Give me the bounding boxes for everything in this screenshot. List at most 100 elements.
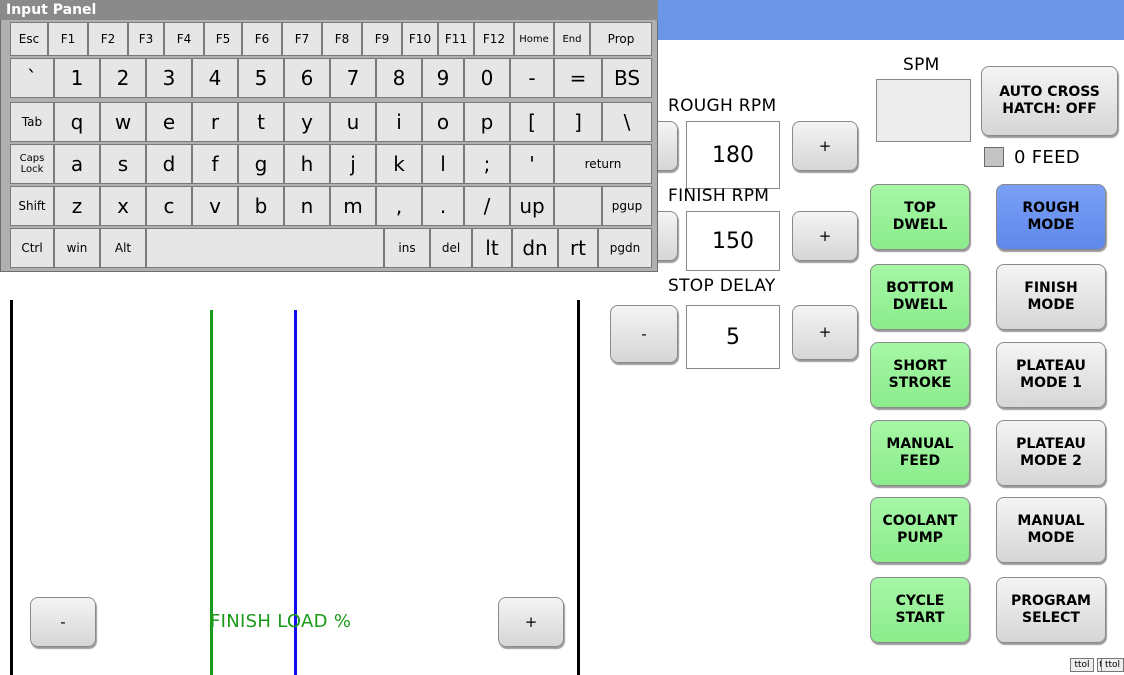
key-r[interactable]: r — [192, 102, 238, 142]
manual-mode-button[interactable]: MANUAL MODE — [996, 497, 1106, 563]
key-capslock[interactable]: Caps Lock — [10, 144, 54, 184]
key-ins[interactable]: ins — [384, 228, 430, 268]
manual-feed-button[interactable]: MANUAL FEED — [870, 420, 970, 486]
key-c[interactable]: c — [146, 186, 192, 226]
key-4[interactable]: 4 — [192, 58, 238, 98]
key-a[interactable]: a — [54, 144, 100, 184]
key-esc[interactable]: Esc — [10, 22, 48, 56]
plateau-mode-1-button[interactable]: PLATEAU MODE 1 — [996, 342, 1106, 408]
key-equals[interactable]: = — [554, 58, 602, 98]
program-select-button[interactable]: PROGRAM SELECT — [996, 577, 1106, 643]
key-o[interactable]: o — [422, 102, 464, 142]
key-f2[interactable]: F2 — [88, 22, 128, 56]
key-k[interactable]: k — [376, 144, 422, 184]
key-9[interactable]: 9 — [422, 58, 464, 98]
key-h[interactable]: h — [284, 144, 330, 184]
key-f6[interactable]: F6 — [242, 22, 282, 56]
key-x[interactable]: x — [100, 186, 146, 226]
zero-feed-checkbox[interactable] — [984, 147, 1004, 167]
key-8[interactable]: 8 — [376, 58, 422, 98]
key-d[interactable]: d — [146, 144, 192, 184]
key-f1[interactable]: F1 — [48, 22, 88, 56]
key-end[interactable]: End — [554, 22, 590, 56]
key-f7[interactable]: F7 — [282, 22, 322, 56]
key-f12[interactable]: F12 — [474, 22, 514, 56]
key-e[interactable]: e — [146, 102, 192, 142]
key-up[interactable]: up — [510, 186, 554, 226]
plateau-mode-2-button[interactable]: PLATEAU MODE 2 — [996, 420, 1106, 486]
auto-cross-hatch-button[interactable]: AUTO CROSS HATCH: OFF — [981, 66, 1118, 136]
rough-rpm-plus-button[interactable]: + — [792, 121, 858, 171]
cycle-start-button[interactable]: CYCLE START — [870, 577, 970, 643]
key-slash[interactable]: / — [464, 186, 510, 226]
key-t[interactable]: t — [238, 102, 284, 142]
tray-icon[interactable]: ttol — [1101, 658, 1124, 672]
key-comma[interactable]: , — [376, 186, 422, 226]
key-space[interactable] — [146, 228, 384, 268]
key-ctrl[interactable]: Ctrl — [10, 228, 54, 268]
key-pgup[interactable]: pgup — [602, 186, 652, 226]
key-3[interactable]: 3 — [146, 58, 192, 98]
rough-mode-button[interactable]: ROUGH MODE — [996, 184, 1106, 250]
key-m[interactable]: m — [330, 186, 376, 226]
key-backslash[interactable]: \ — [602, 102, 652, 142]
key-semicolon[interactable]: ; — [464, 144, 510, 184]
key-i[interactable]: i — [376, 102, 422, 142]
key-quote[interactable]: ' — [510, 144, 554, 184]
key-f[interactable]: f — [192, 144, 238, 184]
key-2[interactable]: 2 — [100, 58, 146, 98]
key-g[interactable]: g — [238, 144, 284, 184]
key-alt[interactable]: Alt — [100, 228, 146, 268]
key-dn[interactable]: dn — [512, 228, 558, 268]
key-0[interactable]: 0 — [464, 58, 510, 98]
key-u[interactable]: u — [330, 102, 376, 142]
key-lt[interactable]: lt — [472, 228, 512, 268]
key-pgdn[interactable]: pgdn — [598, 228, 652, 268]
stop-delay-minus-button[interactable]: - — [610, 305, 678, 363]
key-7[interactable]: 7 — [330, 58, 376, 98]
plot-minus-button[interactable]: - — [30, 597, 96, 647]
key-rbracket[interactable]: ] — [554, 102, 602, 142]
key-minus[interactable]: - — [510, 58, 554, 98]
key-z[interactable]: z — [54, 186, 100, 226]
key-bs[interactable]: BS — [602, 58, 652, 98]
key-shift[interactable]: Shift — [10, 186, 54, 226]
key-j[interactable]: j — [330, 144, 376, 184]
finish-mode-button[interactable]: FINISH MODE — [996, 264, 1106, 330]
key-1[interactable]: 1 — [54, 58, 100, 98]
key-prop[interactable]: Prop — [590, 22, 652, 56]
bottom-dwell-button[interactable]: BOTTOM DWELL — [870, 264, 970, 330]
tray-icon[interactable]: ttol — [1070, 658, 1094, 672]
key-backtick[interactable]: ` — [10, 58, 54, 98]
key-l[interactable]: l — [422, 144, 464, 184]
key-f10[interactable]: F10 — [402, 22, 438, 56]
key-lbracket[interactable]: [ — [510, 102, 554, 142]
key-n[interactable]: n — [284, 186, 330, 226]
key-f5[interactable]: F5 — [204, 22, 242, 56]
key-b[interactable]: b — [238, 186, 284, 226]
key-rt[interactable]: rt — [558, 228, 598, 268]
top-dwell-button[interactable]: TOP DWELL — [870, 184, 970, 250]
plot-plus-button[interactable]: + — [498, 597, 564, 647]
key-s[interactable]: s — [100, 144, 146, 184]
key-5[interactable]: 5 — [238, 58, 284, 98]
key-f3[interactable]: F3 — [128, 22, 164, 56]
coolant-pump-button[interactable]: COOLANT PUMP — [870, 497, 970, 563]
key-v[interactable]: v — [192, 186, 238, 226]
key-return[interactable]: return — [554, 144, 652, 184]
key-w[interactable]: w — [100, 102, 146, 142]
key-period[interactable]: . — [422, 186, 464, 226]
key-y[interactable]: y — [284, 102, 330, 142]
key-blank[interactable] — [554, 186, 602, 226]
key-tab[interactable]: Tab — [10, 102, 54, 142]
key-6[interactable]: 6 — [284, 58, 330, 98]
key-win[interactable]: win — [54, 228, 100, 268]
key-home[interactable]: Home — [514, 22, 554, 56]
stop-delay-plus-button[interactable]: + — [792, 305, 858, 360]
key-f4[interactable]: F4 — [164, 22, 204, 56]
short-stroke-button[interactable]: SHORT STROKE — [870, 342, 970, 408]
key-p[interactable]: p — [464, 102, 510, 142]
finish-rpm-plus-button[interactable]: + — [792, 211, 858, 261]
key-del[interactable]: del — [430, 228, 472, 268]
key-f9[interactable]: F9 — [362, 22, 402, 56]
